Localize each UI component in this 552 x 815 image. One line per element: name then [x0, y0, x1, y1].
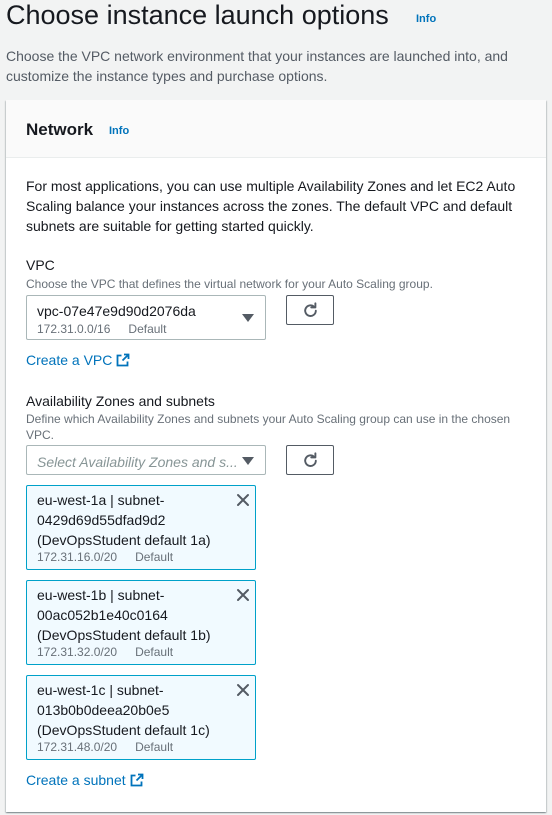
vpc-tag: Default — [128, 322, 167, 336]
vpc-selected-value: vpc-07e47e9d90d2076da — [37, 303, 196, 319]
subnet-cidr: 172.31.16.0/20 — [37, 550, 118, 564]
create-vpc-link[interactable]: Create a VPC — [26, 352, 130, 368]
subnets-refresh-button[interactable] — [286, 445, 334, 475]
vpc-description: Choose the VPC that defines the virtual … — [26, 277, 433, 291]
vpc-cidr: 172.31.0.0/16 — [37, 322, 111, 336]
subnet-token-line: eu-west-1b | subnet- — [37, 587, 165, 603]
vpc-label: VPC — [26, 257, 55, 273]
subnet-token-line: eu-west-1a | subnet- — [37, 492, 165, 508]
subnet-token: eu-west-1b | subnet- 00ac052b1e40c0164 (… — [26, 580, 256, 665]
subnet-token-line: 0429d69d55dfad9d2 — [37, 512, 166, 528]
vpc-select[interactable]: vpc-07e47e9d90d2076da 172.31.0.0/16 Defau… — [26, 295, 266, 340]
subnet-token-line: (DevOpsStudent default 1c) — [37, 722, 210, 738]
subnet-token-line: eu-west-1c | subnet- — [37, 682, 164, 698]
network-intro-text: For most applications, you can use multi… — [26, 178, 516, 234]
close-icon[interactable] — [235, 492, 251, 508]
refresh-icon — [304, 302, 317, 317]
subnet-token-line: 013b0b0deea20b0e5 — [37, 702, 170, 718]
page-description: Choose the VPC network environment that … — [6, 48, 508, 84]
external-link-icon — [116, 353, 130, 367]
subnet-tag: Default — [135, 550, 174, 564]
subnet-token-line: 00ac052b1e40c0164 — [37, 607, 168, 623]
subnet-token-line: (DevOpsStudent default 1b) — [37, 627, 211, 643]
subnets-label: Availability Zones and subnets — [26, 393, 215, 409]
subnet-cidr: 172.31.32.0/20 — [37, 645, 118, 659]
subnet-tag: Default — [135, 645, 174, 659]
subnets-description: Define which Availability Zones and subn… — [26, 412, 511, 442]
caret-down-icon — [242, 457, 254, 465]
create-vpc-link-label: Create a VPC — [26, 352, 113, 368]
subnets-select[interactable]: Select Availability Zones and s... — [26, 445, 266, 475]
title-info-link[interactable]: Info — [416, 13, 436, 25]
network-panel-title: Network — [26, 120, 94, 139]
page-title: Choose instance launch options — [6, 0, 389, 30]
subnet-tag: Default — [135, 740, 174, 754]
subnets-placeholder: Select Availability Zones and s... — [37, 454, 238, 470]
subnet-token-details: 172.31.32.0/20 Default — [37, 645, 173, 659]
subnet-token-line: (DevOpsStudent default 1a) — [37, 532, 211, 548]
subnet-token: eu-west-1a | subnet- 0429d69d55dfad9d2 (… — [26, 485, 256, 570]
external-link-icon — [130, 773, 144, 787]
close-icon[interactable] — [235, 587, 251, 603]
refresh-icon — [304, 452, 317, 467]
subnet-token: eu-west-1c | subnet- 013b0b0deea20b0e5 (… — [26, 675, 256, 760]
subnet-token-details: 172.31.16.0/20 Default — [37, 550, 173, 564]
network-panel: Network Info For most applications, you … — [6, 100, 546, 812]
create-subnet-link[interactable]: Create a subnet — [26, 772, 144, 788]
vpc-selected-details: 172.31.0.0/16 Default — [37, 322, 166, 336]
close-icon[interactable] — [235, 682, 251, 698]
caret-down-icon — [242, 314, 254, 322]
vpc-refresh-button[interactable] — [286, 295, 334, 325]
network-info-link[interactable]: Info — [109, 125, 129, 137]
subnet-token-details: 172.31.48.0/20 Default — [37, 740, 173, 754]
create-subnet-link-label: Create a subnet — [26, 772, 126, 788]
subnet-cidr: 172.31.48.0/20 — [37, 740, 118, 754]
network-panel-header: Network Info — [6, 100, 546, 158]
